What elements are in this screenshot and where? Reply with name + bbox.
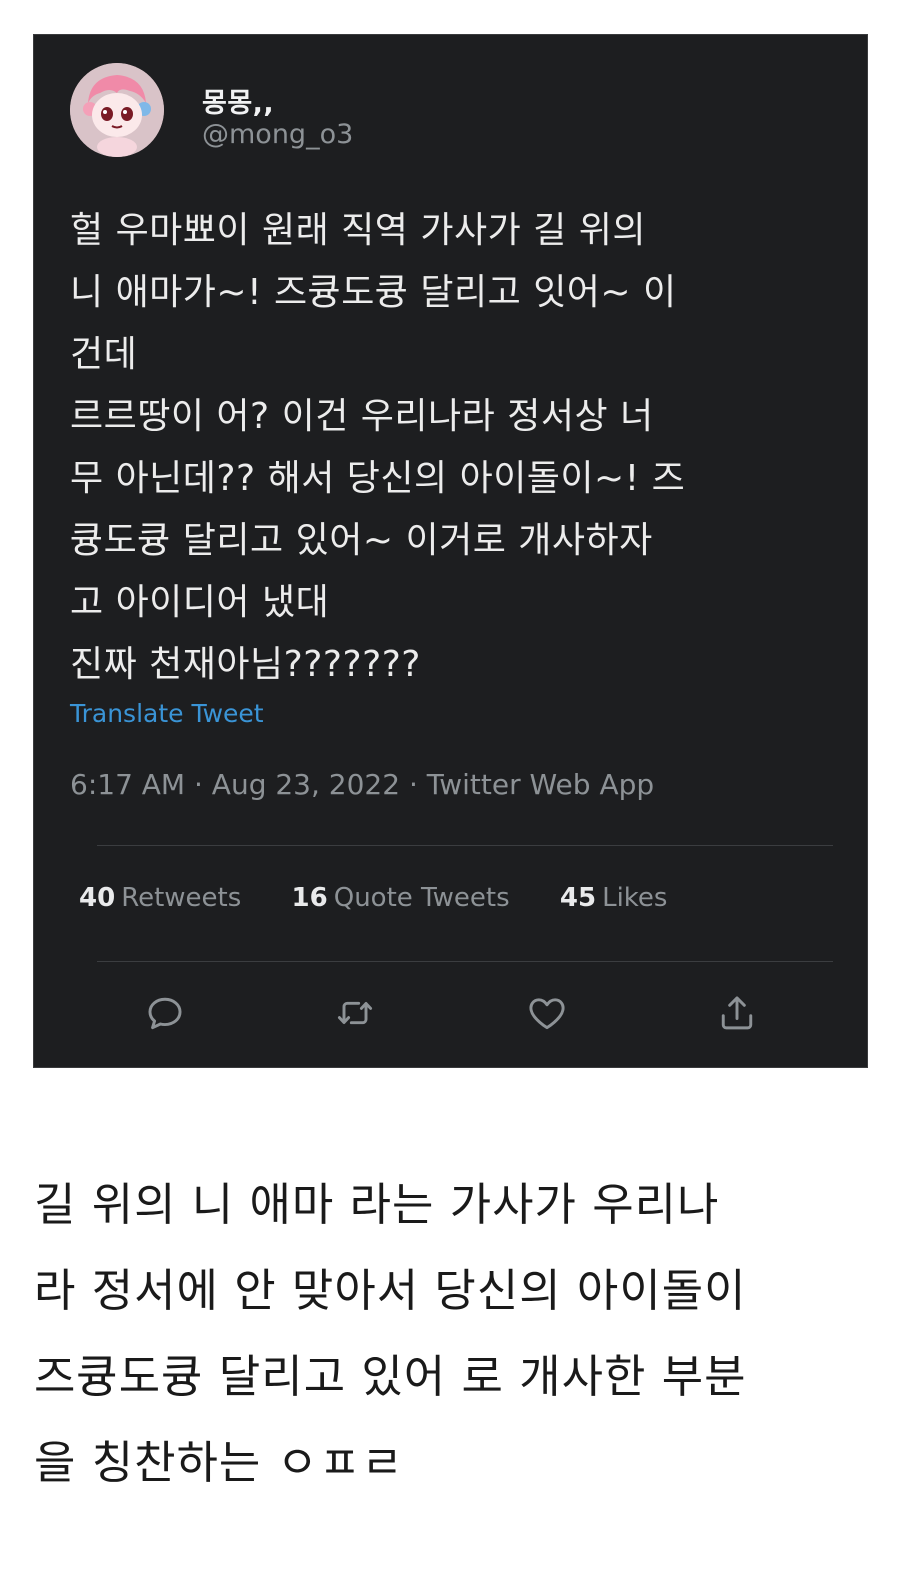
retweet-button[interactable] bbox=[332, 990, 378, 1036]
tweet-text-line: 고 아이디어 냈대 bbox=[70, 582, 330, 623]
likes-stat[interactable]: 45 Likes bbox=[560, 883, 668, 913]
tweet-text-line: 니 애마가~! 즈큥도큥 달리고 잇어~ 이 bbox=[70, 272, 677, 313]
heart-icon bbox=[529, 998, 565, 1030]
tweet-text-line: 헐 우마뾰이 원래 직역 가사가 길 위의 bbox=[70, 210, 646, 251]
avatar-illustration bbox=[70, 63, 164, 157]
tweet-stats: 40 Retweets 16 Quote Tweets 45 Likes bbox=[79, 883, 709, 913]
retweet-icon bbox=[337, 1001, 373, 1025]
retweets-count: 40 bbox=[79, 883, 116, 913]
likes-count: 45 bbox=[559, 883, 597, 913]
tweet-text-line: 르르땅이 어? 이건 우리나라 정서상 너 bbox=[70, 396, 654, 437]
like-button[interactable] bbox=[524, 990, 570, 1036]
retweets-stat[interactable]: 40 Retweets bbox=[79, 883, 241, 913]
caption-text: 길 위의 니 애마 라는 가사가 우리나 라 정서에 안 맞아서 당신의 아이돌… bbox=[34, 1162, 874, 1506]
quote-tweets-stat[interactable]: 16 Quote Tweets bbox=[292, 883, 510, 913]
user-handle[interactable]: @mong_o3 bbox=[202, 119, 353, 150]
reply-icon bbox=[148, 997, 182, 1030]
share-button[interactable] bbox=[714, 990, 760, 1036]
reply-button[interactable] bbox=[142, 990, 188, 1036]
share-icon bbox=[721, 996, 753, 1030]
tweet-text-line: 건데 bbox=[70, 334, 138, 375]
tweet-card: 몽몽,, @mong_o3 헐 우마뾰이 원래 직역 가사가 길 위의 니 애마… bbox=[33, 34, 868, 1068]
quote-tweets-label: Quote Tweets bbox=[333, 883, 510, 913]
tweet-text: 헐 우마뾰이 원래 직역 가사가 길 위의 니 애마가~! 즈큥도큥 달리고 잇… bbox=[70, 200, 840, 696]
translate-tweet-link[interactable]: Translate Tweet bbox=[70, 699, 264, 728]
caption-line: 즈큥도큥 달리고 있어 로 개사한 부분 bbox=[34, 1350, 747, 1403]
quote-tweets-count: 16 bbox=[291, 883, 328, 913]
tweet-timestamp-source[interactable]: 6:17 AM · Aug 23, 2022 · Twitter Web App bbox=[70, 768, 654, 801]
divider bbox=[97, 961, 833, 962]
tweet-text-line: 큥도큥 달리고 있어~ 이거로 개사하자 bbox=[70, 520, 653, 561]
display-name[interactable]: 몽몽,, bbox=[202, 81, 274, 120]
retweets-label: Retweets bbox=[121, 883, 242, 913]
caption-line: 라 정서에 안 맞아서 당신의 아이돌이 bbox=[34, 1264, 747, 1317]
divider bbox=[97, 845, 833, 846]
avatar[interactable] bbox=[70, 63, 164, 157]
tweet-text-line: 진짜 천재아님??????? bbox=[70, 644, 421, 685]
caption-line: 길 위의 니 애마 라는 가사가 우리나 bbox=[34, 1178, 720, 1231]
tweet-text-line: 무 아닌데?? 해서 당신의 아이돌이~! 즈 bbox=[70, 458, 686, 499]
caption-line: 을 칭찬하는 ㅇㅍㄹ bbox=[34, 1436, 404, 1489]
likes-label: Likes bbox=[602, 883, 668, 913]
